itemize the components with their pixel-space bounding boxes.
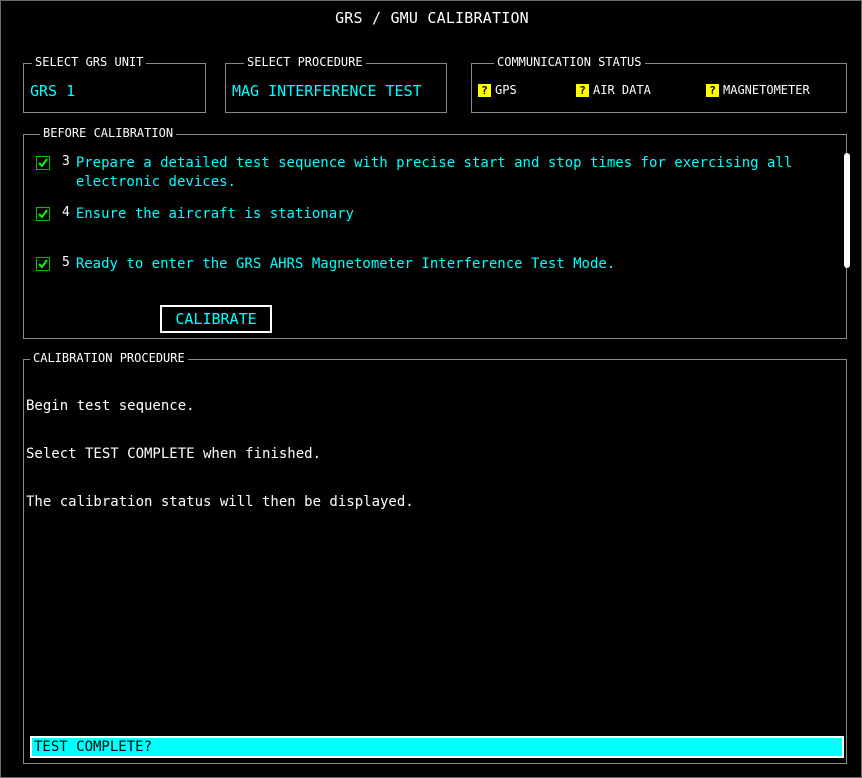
step-text: Prepare a detailed test sequence with pr… bbox=[75, 155, 793, 190]
calibrate-button[interactable]: CALIBRATE bbox=[160, 305, 272, 333]
checklist-step-3[interactable]: 3 Prepare a detailed test sequence with … bbox=[36, 154, 826, 192]
step-text: Ready to enter the GRS AHRS Magnetometer… bbox=[75, 256, 616, 272]
select-grs-unit-group: SELECT GRS UNIT GRS 1 bbox=[23, 55, 206, 113]
page-title: GRS / GMU CALIBRATION bbox=[335, 9, 529, 27]
step-number: 5 bbox=[62, 255, 70, 270]
comm-status-gps-label: GPS bbox=[495, 83, 517, 97]
select-procedure-label: SELECT PROCEDURE bbox=[244, 55, 366, 69]
select-grs-unit-label: SELECT GRS UNIT bbox=[32, 55, 147, 69]
calibration-screen: GRS / GMU CALIBRATION SELECT GRS UNIT GR… bbox=[0, 0, 862, 778]
before-calibration-label: BEFORE CALIBRATION bbox=[40, 126, 177, 140]
step-text: Ensure the aircraft is stationary bbox=[75, 206, 354, 222]
communication-status-label: COMMUNICATION STATUS bbox=[494, 55, 645, 69]
question-status-icon: ? bbox=[706, 83, 719, 97]
procedure-selector[interactable]: MAG INTERFERENCE TEST bbox=[232, 82, 422, 100]
checkbox-checked-icon[interactable] bbox=[36, 257, 50, 271]
procedure-line: Select TEST COMPLETE when finished. bbox=[26, 446, 322, 462]
calibration-procedure-label: CALIBRATION PROCEDURE bbox=[30, 351, 188, 365]
test-complete-prompt[interactable]: TEST COMPLETE? bbox=[30, 736, 844, 758]
comm-status-gps: ? GPS bbox=[478, 83, 517, 97]
grs-unit-selector[interactable]: GRS 1 bbox=[30, 82, 75, 100]
step-number: 4 bbox=[62, 205, 70, 220]
procedure-line: The calibration status will then be disp… bbox=[26, 494, 414, 510]
checkbox-checked-icon[interactable] bbox=[36, 156, 50, 170]
comm-status-magnetometer: ? MAGNETOMETER bbox=[706, 83, 810, 97]
communication-status-group: COMMUNICATION STATUS ? GPS ? AIR DATA ? … bbox=[471, 55, 847, 113]
checklist-step-4[interactable]: 4 Ensure the aircraft is stationary bbox=[36, 205, 354, 224]
comm-status-air-data-label: AIR DATA bbox=[593, 83, 651, 97]
before-calibration-group: BEFORE CALIBRATION 3 Prepare a detailed … bbox=[23, 126, 850, 339]
procedure-line: Begin test sequence. bbox=[26, 398, 195, 414]
select-procedure-group: SELECT PROCEDURE MAG INTERFERENCE TEST bbox=[225, 55, 447, 113]
checklist-step-5[interactable]: 5 Ready to enter the GRS AHRS Magnetomet… bbox=[36, 255, 615, 274]
calibration-procedure-group: CALIBRATION PROCEDURE Begin test sequenc… bbox=[23, 351, 847, 764]
comm-status-air-data: ? AIR DATA bbox=[576, 83, 651, 97]
checklist-scrollbar[interactable] bbox=[844, 153, 850, 268]
question-status-icon: ? bbox=[478, 83, 491, 97]
checkbox-checked-icon[interactable] bbox=[36, 207, 50, 221]
question-status-icon: ? bbox=[576, 83, 589, 97]
comm-status-magnetometer-label: MAGNETOMETER bbox=[723, 83, 810, 97]
step-number: 3 bbox=[62, 154, 70, 169]
